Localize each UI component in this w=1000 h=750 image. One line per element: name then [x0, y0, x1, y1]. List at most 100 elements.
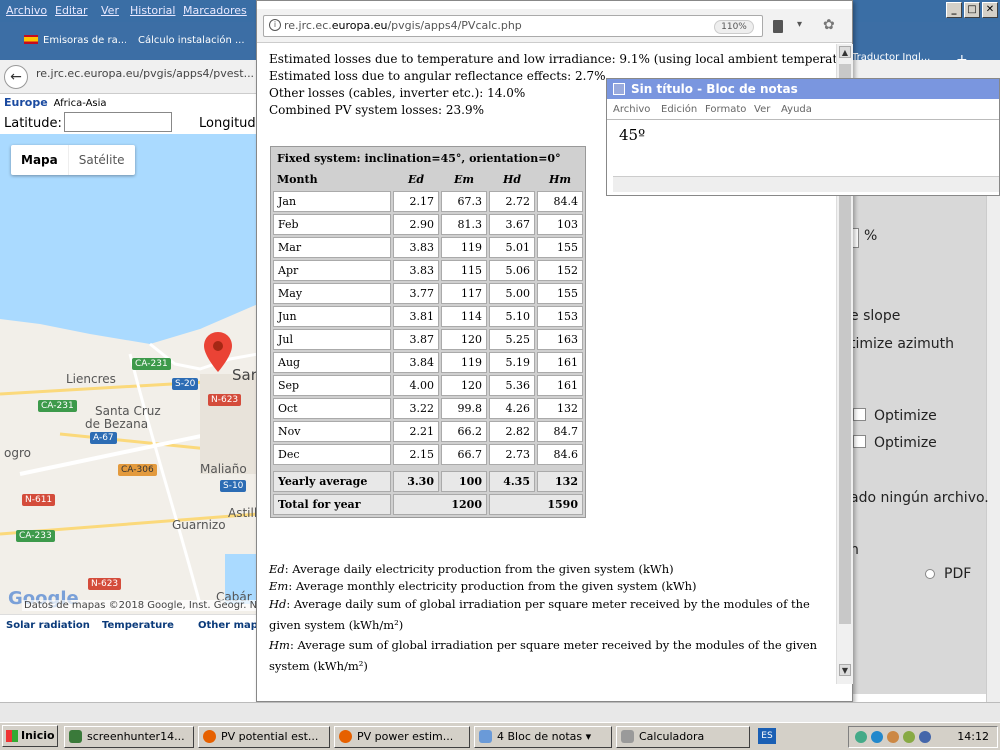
latitude-label: Latitude: — [4, 116, 62, 131]
legend-text: given system (kWh/m²) — [269, 618, 404, 632]
notepad-hscrollbar[interactable] — [613, 176, 999, 192]
table-row: Mar 3.83 119 5.01 155 — [273, 237, 583, 258]
task-bloc-notas[interactable]: 4 Bloc de notas ▾ — [474, 726, 612, 748]
total-label: Total for year — [273, 494, 391, 515]
value-cell: 3.87 — [393, 329, 439, 350]
value-cell: 5.06 — [489, 260, 535, 281]
chevron-down-icon[interactable]: ▾ — [797, 19, 802, 30]
update-icon[interactable] — [903, 731, 915, 743]
np-menu-formato[interactable]: Formato — [705, 104, 746, 115]
pdf-radio[interactable] — [925, 569, 935, 579]
task-label: PV power estim... — [357, 730, 454, 743]
value-cell: 2.15 — [393, 444, 439, 465]
extension-icon[interactable]: ✿ — [823, 17, 835, 33]
value-cell: 3.81 — [393, 306, 439, 327]
minimize-button[interactable]: _ — [946, 2, 962, 18]
table-row: Apr 3.83 115 5.06 152 — [273, 260, 583, 281]
np-menu-ver[interactable]: Ver — [754, 104, 770, 115]
map-pin-icon[interactable] — [204, 332, 232, 372]
loss-other: Other losses (cables, inverter etc.): 14… — [269, 86, 526, 100]
optimize-checkbox[interactable] — [853, 435, 866, 448]
region-tabs: Europe Africa-Asia — [4, 96, 107, 109]
np-menu-ayuda[interactable]: Ayuda — [781, 104, 812, 115]
table-row: Aug 3.84 119 5.19 161 — [273, 352, 583, 373]
place-label: Maliaño — [200, 462, 247, 476]
popup-address-field[interactable]: i re.jrc.ec.europa.eu/pvgis/apps4/PVcalc… — [263, 15, 763, 37]
notepad-editor[interactable]: 45º — [607, 119, 999, 195]
scroll-down-icon[interactable]: ▼ — [839, 664, 851, 676]
tab-africa-asia[interactable]: Africa-Asia — [54, 98, 107, 109]
legend-text: : Average daily electricity production f… — [284, 562, 674, 576]
road-label: CA-231 — [132, 358, 171, 370]
month-cell: Nov — [273, 421, 391, 442]
tab-other-maps[interactable]: Other map — [198, 620, 258, 631]
network-icon[interactable] — [855, 731, 867, 743]
notepad-text[interactable]: 45º — [619, 126, 645, 144]
address-bar[interactable]: re.jrc.ec.europa.eu/pvgis/apps4/pvest... — [36, 67, 254, 80]
legend-text: : Average monthly electricity production… — [288, 579, 697, 593]
url-host: re.jrc.ec. — [284, 19, 332, 32]
value-cell: 120 — [441, 329, 487, 350]
zoom-level[interactable]: 110% — [714, 20, 754, 34]
main-hscrollbar[interactable] — [0, 702, 1000, 722]
language-indicator[interactable]: ES — [758, 728, 776, 744]
map-type-satelite[interactable]: Satélite — [69, 145, 135, 175]
menu-ver[interactable]: Ver — [101, 4, 119, 17]
yearly-em: 100 — [441, 471, 487, 492]
value-cell: 2.21 — [393, 421, 439, 442]
total-year-row: Total for year 1200 1590 — [273, 494, 583, 515]
start-button[interactable]: Inicio — [2, 725, 58, 747]
info-icon[interactable]: i — [269, 19, 281, 31]
task-pv-potential[interactable]: PV potential est... — [198, 726, 330, 748]
legend-text: : Average sum of global irradiation per … — [289, 638, 818, 652]
np-menu-edicion[interactable]: Edición — [661, 104, 697, 115]
back-arrow-icon[interactable]: ← — [4, 65, 28, 89]
browser-tray-icon[interactable] — [871, 731, 883, 743]
value-cell: 3.77 — [393, 283, 439, 304]
place-label: Santa Cruz — [95, 404, 161, 418]
tab-solar-radiation[interactable]: Solar radiation — [6, 620, 90, 631]
trash-icon[interactable] — [773, 20, 783, 33]
firefox-icon — [203, 730, 216, 743]
value-cell: 161 — [537, 375, 583, 396]
legend-hd: Hd: Average daily sum of global irradiat… — [269, 597, 810, 611]
task-pv-power[interactable]: PV power estim... — [334, 726, 470, 748]
tab-europe[interactable]: Europe — [4, 96, 48, 109]
col-month: Month — [273, 170, 391, 189]
map-type-mapa[interactable]: Mapa — [11, 145, 69, 175]
menu-marcadores[interactable]: Marcadores — [183, 4, 247, 17]
security-icon[interactable] — [887, 731, 899, 743]
latitude-input[interactable] — [64, 112, 172, 132]
tab-calculo[interactable]: Cálculo instalación ... — [130, 31, 248, 53]
menu-archivo[interactable]: Archivo — [6, 4, 47, 17]
optimize-checkbox[interactable] — [853, 408, 866, 421]
task-screenhunter[interactable]: screenhunter14... — [64, 726, 194, 748]
value-cell: 3.83 — [393, 237, 439, 258]
legend-ed: Ed: Average daily electricity production… — [269, 562, 674, 576]
month-cell: May — [273, 283, 391, 304]
table-row: Jun 3.81 114 5.10 153 — [273, 306, 583, 327]
tab-emisoras[interactable]: Emisoras de ra... — [16, 31, 126, 53]
tab-temperature[interactable]: Temperature — [102, 620, 174, 631]
close-button[interactable]: ✕ — [982, 2, 998, 18]
value-cell: 67.3 — [441, 191, 487, 212]
menu-editar[interactable]: Editar — [55, 4, 88, 17]
notepad-title-bar[interactable]: Sin título - Bloc de notas — [607, 79, 999, 99]
map-type-control: Mapa Satélite — [11, 145, 135, 175]
scroll-up-icon[interactable]: ▲ — [839, 46, 851, 58]
maximize-button[interactable]: □ — [964, 2, 980, 18]
np-menu-archivo[interactable]: Archivo — [613, 104, 650, 115]
table-title: Fixed system: inclination=45°, orientati… — [273, 149, 583, 168]
calculator-icon — [621, 730, 634, 743]
value-cell: 66.7 — [441, 444, 487, 465]
task-label: PV potential est... — [221, 730, 319, 743]
value-cell: 3.67 — [489, 214, 535, 235]
table-row: Jul 3.87 120 5.25 163 — [273, 329, 583, 350]
menu-historial[interactable]: Historial — [130, 4, 175, 17]
page-scrollbar[interactable] — [986, 194, 1000, 702]
volume-icon[interactable] — [919, 731, 931, 743]
task-calculadora[interactable]: Calculadora — [616, 726, 750, 748]
month-cell: Jun — [273, 306, 391, 327]
map-view[interactable] — [0, 134, 258, 614]
value-cell: 84.4 — [537, 191, 583, 212]
